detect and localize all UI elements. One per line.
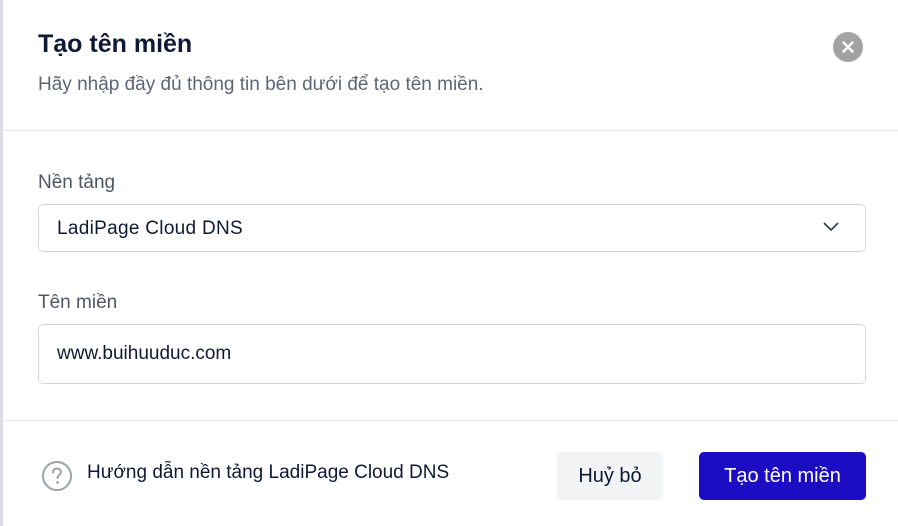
- modal-title: Tạo tên miền: [38, 30, 193, 58]
- platform-selected-value: LadiPage Cloud DNS: [57, 218, 244, 239]
- domain-input[interactable]: [38, 324, 866, 384]
- platform-select[interactable]: LadiPage Cloud DNS: [38, 204, 866, 252]
- chevron-down-icon: [823, 222, 839, 231]
- close-button[interactable]: [833, 32, 863, 62]
- platform-label: Nền tảng: [38, 172, 116, 193]
- domain-label: Tên miền: [38, 292, 118, 313]
- cancel-button[interactable]: Huỷ bỏ: [557, 452, 663, 500]
- question-circle-icon[interactable]: [41, 460, 73, 492]
- modal-subtitle: Hãy nhập đầy đủ thông tin bên dưới để tạ…: [38, 74, 484, 95]
- help-link[interactable]: Hướng dẫn nền tảng LadiPage Cloud DNS: [87, 462, 449, 484]
- create-domain-modal: Tạo tên miền Hãy nhập đầy đủ thông tin b…: [0, 0, 898, 526]
- modal-header: Tạo tên miền Hãy nhập đầy đủ thông tin b…: [3, 0, 898, 131]
- create-domain-button[interactable]: Tạo tên miền: [699, 452, 866, 500]
- close-icon: [842, 41, 854, 53]
- modal-footer: Hướng dẫn nền tảng LadiPage Cloud DNS Hu…: [3, 420, 898, 526]
